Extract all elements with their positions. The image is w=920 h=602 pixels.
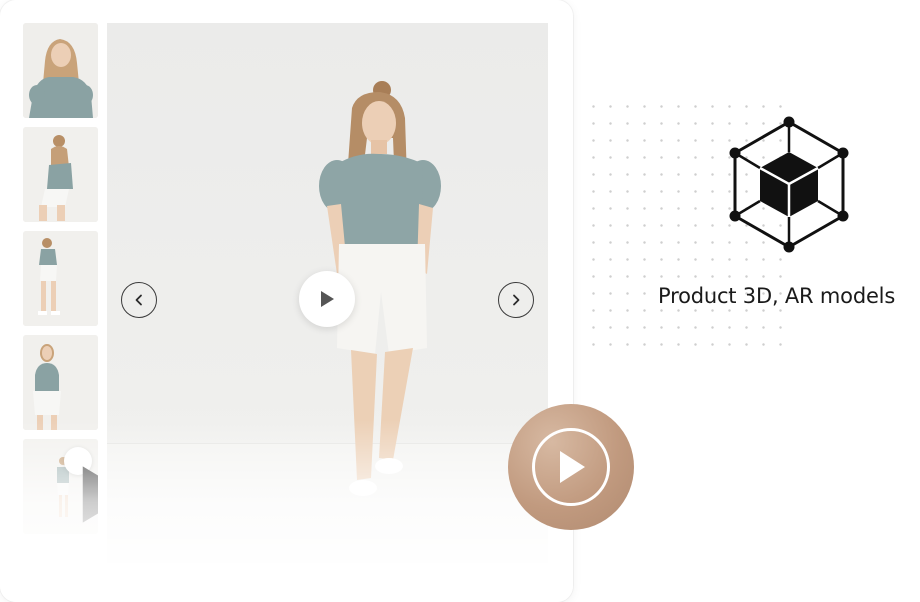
thumbnail-2-image [23,127,98,222]
thumbnail-play-badge [64,447,98,523]
play-icon [321,291,334,307]
thumbnail-1-image [23,23,98,118]
next-image-button[interactable] [498,282,534,318]
play-icon [82,466,98,523]
play-video-button[interactable] [299,271,355,327]
3d-cube-icon [729,116,849,253]
chevron-left-icon [135,294,142,306]
play-ring [532,428,610,506]
thumbnail-2[interactable] [23,127,98,222]
thumbnail-1[interactable] [23,23,98,118]
thumbnail-4[interactable] [23,335,98,430]
thumbnail-3[interactable] [23,231,98,326]
chevron-right-icon [513,294,520,306]
previous-image-button[interactable] [121,282,157,318]
feature-label: Product 3D, AR models [658,284,896,308]
thumbnail-3-image [23,231,98,326]
product-media-card [0,0,573,602]
large-play-button[interactable] [508,404,634,530]
play-icon [560,451,585,483]
thumbnail-4-image [23,335,98,430]
thumbnail-5[interactable] [23,439,98,534]
